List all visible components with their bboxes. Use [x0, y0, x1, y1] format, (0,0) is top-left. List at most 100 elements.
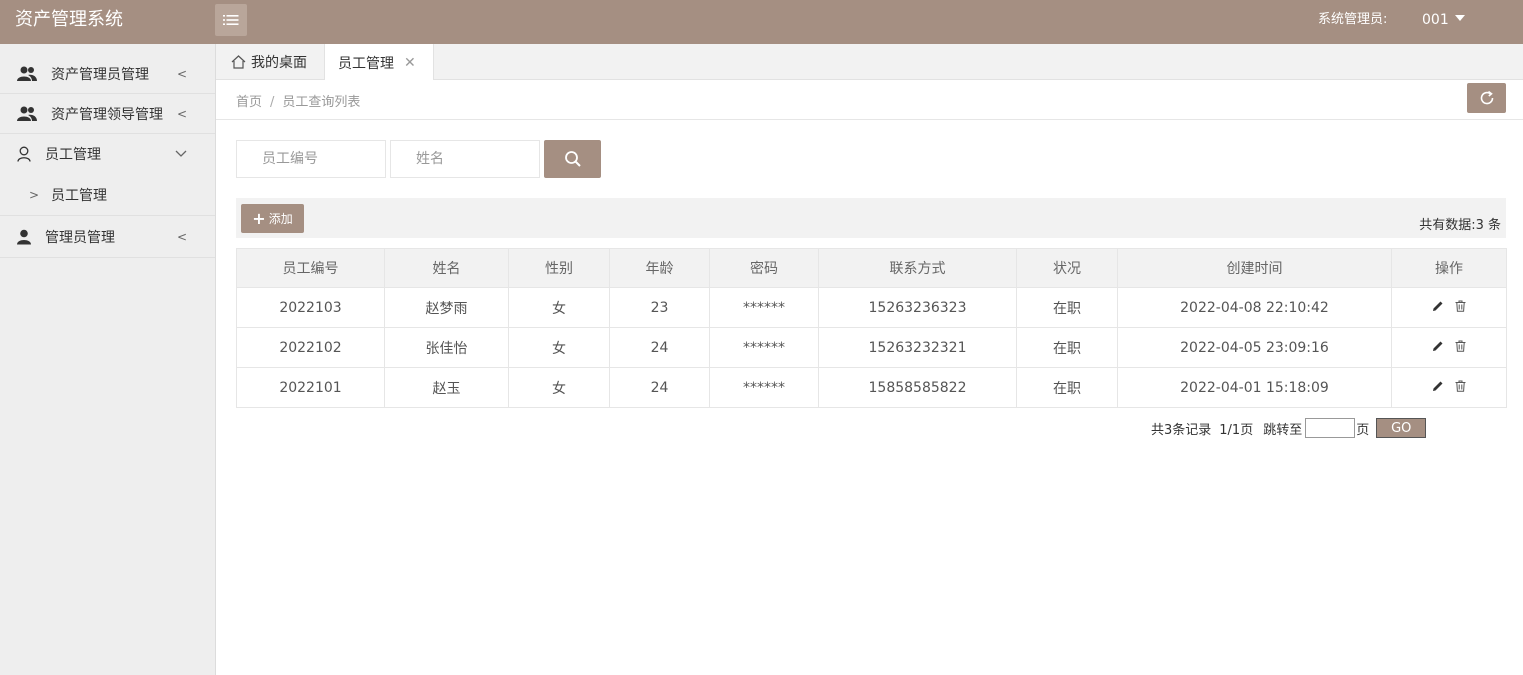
sidebar-item-employee[interactable]: 员工管理 — [0, 134, 215, 174]
cell-actions — [1391, 287, 1507, 328]
add-button[interactable]: + 添加 — [241, 204, 304, 233]
sidebar-item-asset-leader[interactable]: 资产管理领导管理 < — [0, 94, 215, 134]
cell-gender: 女 — [508, 367, 610, 408]
pagination-records: 共3条记录 — [1151, 422, 1212, 438]
chevron-left-icon: < — [176, 106, 187, 121]
breadcrumb-current: 员工查询列表 — [282, 95, 361, 110]
cell-age: 24 — [609, 367, 710, 408]
table-row: 2022101 赵玉 女 24 ****** 15858585822 在职 20… — [236, 367, 1507, 408]
cell-phone: 15263232321 — [818, 327, 1017, 368]
cell-name: 张佳怡 — [384, 327, 509, 368]
admin-user-name: 001 — [1422, 12, 1449, 28]
sidebar-item-label: 员工管理 — [51, 187, 107, 204]
search-icon — [564, 151, 581, 167]
home-icon — [231, 55, 246, 69]
cell-employee-number: 2022103 — [236, 287, 385, 328]
hamburger-icon — [223, 15, 239, 25]
sidebar: 资产管理员管理 < 资产管理领导管理 < 员工管理 > 员工管理 管理员管理 < — [0, 44, 216, 675]
cell-gender: 女 — [508, 327, 610, 368]
employee-table: 员工编号 姓名 性别 年龄 密码 联系方式 状况 创建时间 操作 2022103… — [236, 248, 1507, 408]
sidebar-item-label: 资产管理员管理 — [51, 66, 149, 83]
cell-password: ****** — [709, 327, 819, 368]
top-header: 资产管理系统 系统管理员: 001 — [0, 0, 1523, 44]
cell-status: 在职 — [1016, 327, 1118, 368]
total-count: 共有数据:3 条 — [1419, 218, 1501, 233]
cell-actions — [1391, 327, 1507, 368]
cell-actions — [1391, 367, 1507, 408]
breadcrumb-separator: / — [270, 95, 275, 110]
cell-created-time: 2022-04-08 22:10:42 — [1117, 287, 1392, 328]
column-header: 密码 — [709, 248, 819, 288]
pagination: 共3条记录 1/1页 跳转至 页 GO — [1151, 418, 1427, 438]
cell-created-time: 2022-04-05 23:09:16 — [1117, 327, 1392, 368]
cell-name: 赵梦雨 — [384, 287, 509, 328]
cell-password: ****** — [709, 367, 819, 408]
sidebar-item-admin[interactable]: 管理员管理 < — [0, 216, 215, 258]
name-input[interactable] — [390, 140, 540, 178]
cell-employee-number: 2022101 — [236, 367, 385, 408]
go-button[interactable]: GO — [1376, 418, 1427, 438]
tab-bar: 我的桌面 员工管理 ✕ — [216, 44, 1523, 81]
cell-status: 在职 — [1016, 287, 1118, 328]
pagination-pages: 1/1页 — [1219, 422, 1254, 438]
sidebar-item-asset-admin[interactable]: 资产管理员管理 < — [0, 54, 215, 94]
user-outline-icon — [17, 146, 31, 162]
cell-name: 赵玉 — [384, 367, 509, 408]
caret-down-icon — [1454, 15, 1465, 21]
table-row: 2022103 赵梦雨 女 23 ****** 15263236323 在职 2… — [236, 287, 1507, 328]
table-toolbar: + 添加 共有数据:3 条 — [236, 198, 1506, 238]
tab-desktop[interactable]: 我的桌面 — [216, 44, 324, 80]
edit-icon[interactable] — [1432, 380, 1444, 396]
cell-gender: 女 — [508, 287, 610, 328]
chevron-right-icon: > — [29, 187, 40, 202]
close-icon[interactable]: ✕ — [404, 55, 416, 71]
pagination-page-suffix: 页 — [1356, 422, 1370, 438]
cell-phone: 15263236323 — [818, 287, 1017, 328]
menu-toggle-button[interactable] — [215, 4, 247, 36]
sidebar-item-label: 员工管理 — [45, 147, 101, 163]
edit-icon[interactable] — [1432, 340, 1444, 356]
column-header: 性别 — [508, 248, 610, 288]
user-icon — [17, 229, 31, 244]
tab-label: 员工管理 — [338, 55, 394, 72]
cell-created-time: 2022-04-01 15:18:09 — [1117, 367, 1392, 408]
delete-icon[interactable] — [1455, 300, 1466, 316]
tab-employee-management[interactable]: 员工管理 ✕ — [324, 44, 434, 81]
add-button-label: 添加 — [268, 212, 293, 226]
column-header: 联系方式 — [818, 248, 1017, 288]
users-icon — [17, 66, 37, 81]
column-header: 操作 — [1391, 248, 1507, 288]
table-header-row: 员工编号 姓名 性别 年龄 密码 联系方式 状况 创建时间 操作 — [236, 248, 1507, 288]
tab-label: 我的桌面 — [251, 55, 307, 71]
cell-phone: 15858585822 — [818, 367, 1017, 408]
delete-icon[interactable] — [1455, 380, 1466, 396]
refresh-button[interactable] — [1467, 83, 1506, 113]
column-header: 创建时间 — [1117, 248, 1392, 288]
chevron-left-icon: < — [176, 229, 187, 244]
cell-status: 在职 — [1016, 367, 1118, 408]
cell-employee-number: 2022102 — [236, 327, 385, 368]
search-button[interactable] — [544, 140, 601, 178]
cell-password: ****** — [709, 287, 819, 328]
column-header: 员工编号 — [236, 248, 385, 288]
plus-icon: + — [252, 208, 266, 228]
table-row: 2022102 张佳怡 女 24 ****** 15263232321 在职 2… — [236, 327, 1507, 368]
column-header: 年龄 — [609, 248, 710, 288]
admin-role-label: 系统管理员: — [1318, 12, 1388, 27]
chevron-down-icon — [175, 150, 187, 157]
page-number-input[interactable] — [1305, 418, 1356, 438]
edit-icon[interactable] — [1432, 300, 1444, 316]
pagination-jump-label: 跳转至 — [1263, 422, 1303, 438]
delete-icon[interactable] — [1455, 340, 1466, 356]
employee-number-input[interactable] — [236, 140, 386, 178]
cell-age: 23 — [609, 287, 710, 328]
breadcrumb: 首页 / 员工查询列表 — [236, 91, 360, 110]
cell-age: 24 — [609, 327, 710, 368]
admin-user-dropdown[interactable]: 001 — [1422, 10, 1465, 30]
breadcrumb-home[interactable]: 首页 — [236, 95, 262, 110]
chevron-left-icon: < — [176, 66, 187, 81]
sidebar-item-label: 管理员管理 — [45, 229, 115, 246]
sidebar-subitem-employee[interactable]: > 员工管理 — [0, 174, 215, 216]
users-icon — [17, 106, 37, 121]
app-title: 资产管理系统 — [15, 9, 123, 30]
